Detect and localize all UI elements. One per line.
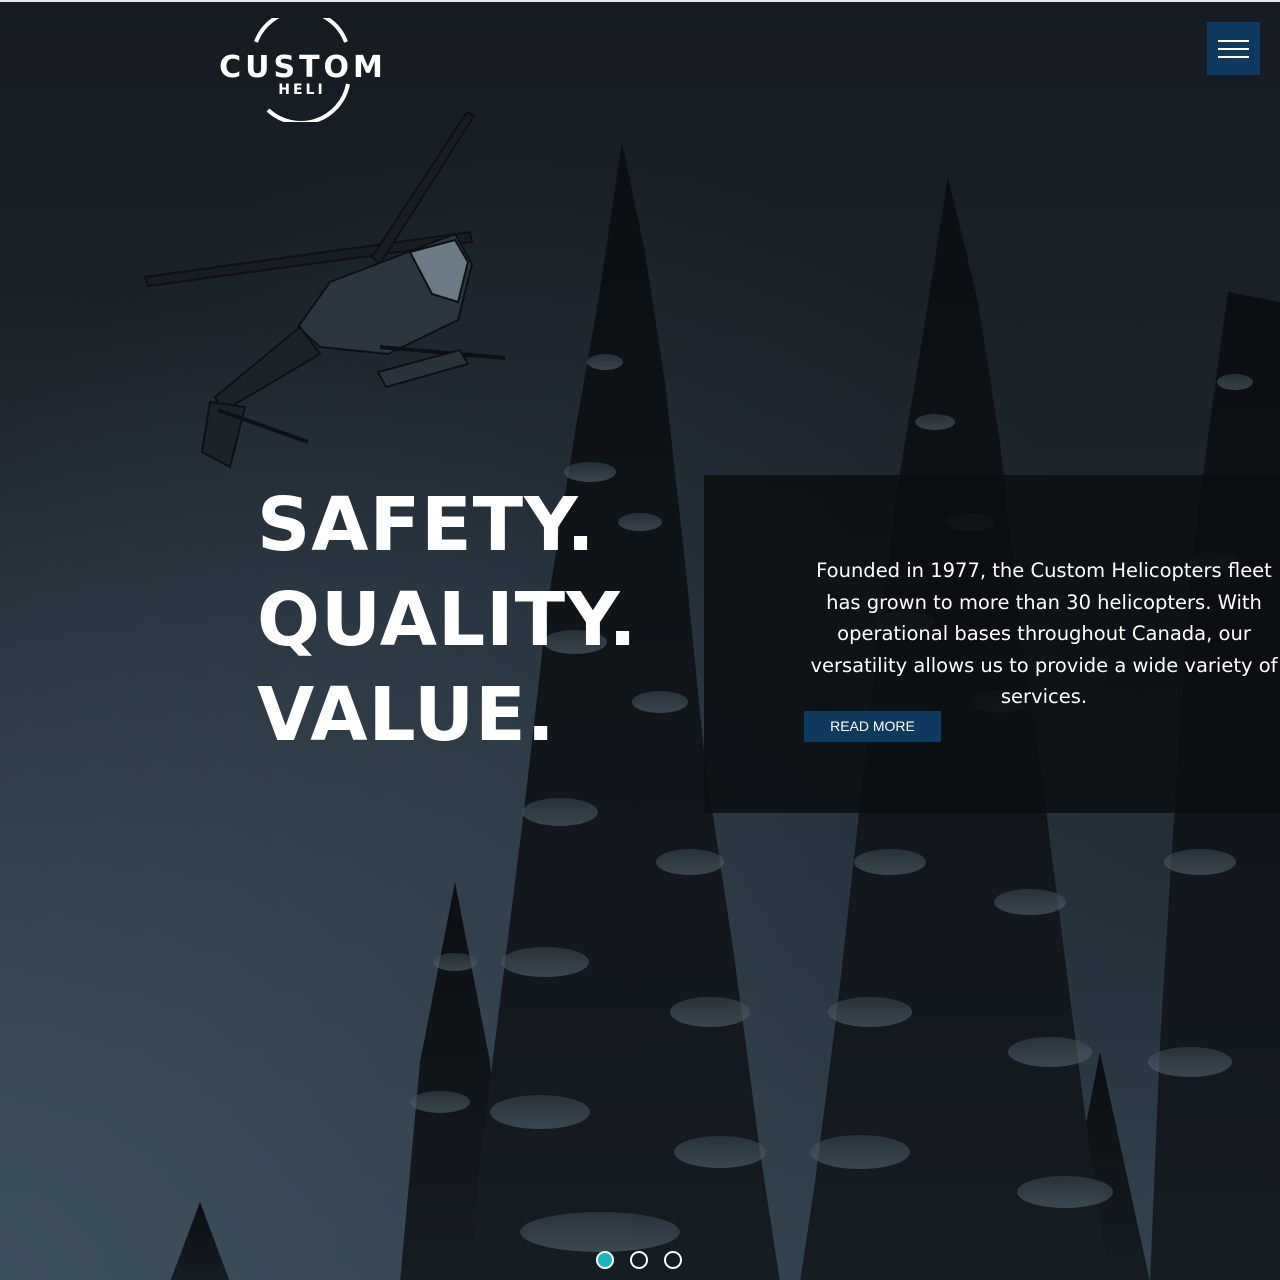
intro-description: Founded in 1977, the Custom Helicopters … [810, 559, 1278, 708]
hero-headline: SAFETY. QUALITY. VALUE. [257, 478, 638, 763]
hamburger-menu-icon [1218, 56, 1249, 58]
logo-subtext: HELI [278, 82, 326, 98]
slider-dot-3[interactable] [664, 1251, 682, 1269]
hamburger-menu-icon [1218, 40, 1249, 42]
custom-heli-logo[interactable]: CUSTOM HELI [208, 18, 398, 122]
slider-dot-1[interactable] [596, 1251, 614, 1269]
hero-section: CUSTOM HELI SAFETY. QUALITY. VALUE. Foun… [0, 0, 1280, 1280]
headline-line-value: VALUE. [257, 672, 556, 758]
intro-panel: Founded in 1977, the Custom Helicopters … [704, 475, 1280, 813]
hamburger-menu-icon [1218, 48, 1249, 50]
slider-dot-2[interactable] [630, 1251, 648, 1269]
headline-line-safety: SAFETY. [257, 482, 596, 568]
menu-button[interactable] [1207, 22, 1260, 75]
logo-wordmark: CUSTOM [219, 50, 387, 85]
helicopter-silhouette [143, 110, 506, 469]
read-more-button[interactable]: READ MORE [804, 711, 941, 742]
headline-line-quality: QUALITY. [257, 577, 638, 663]
